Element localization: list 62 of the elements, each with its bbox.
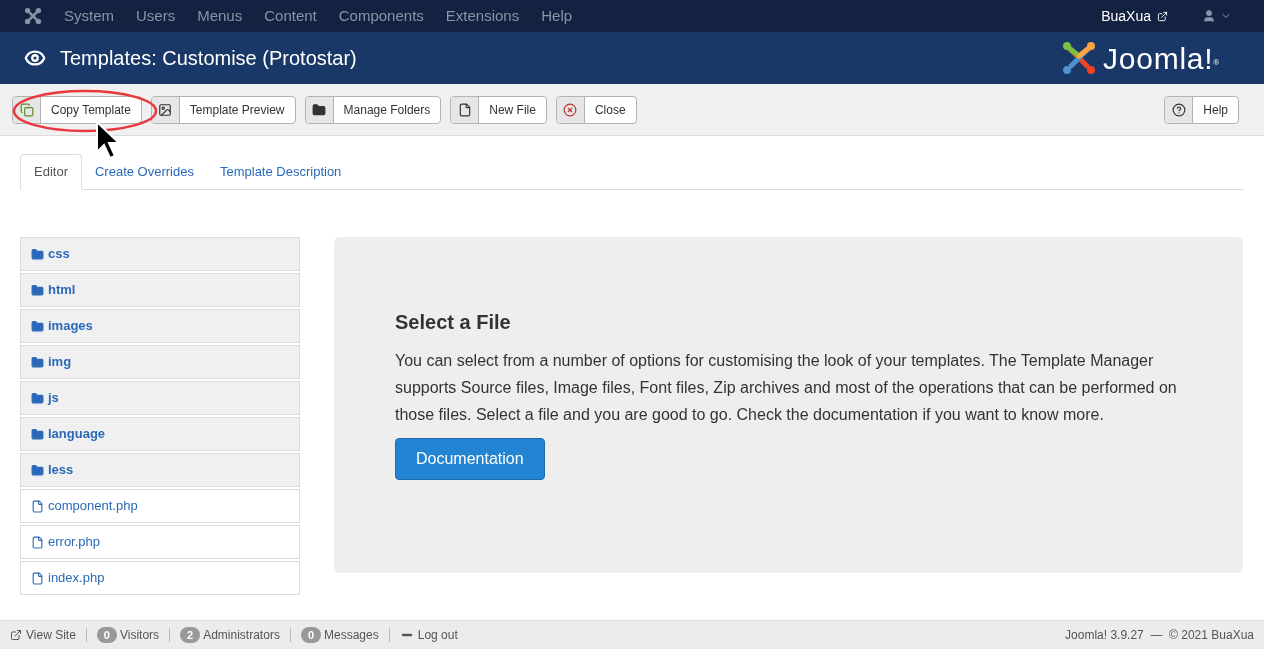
- panel-heading: Select a File: [395, 310, 512, 335]
- logout-link[interactable]: Log out: [399, 626, 458, 644]
- user-icon: [1202, 9, 1216, 23]
- file-icon: [31, 571, 44, 585]
- toolbar-button[interactable]: Template Preview: [150, 95, 296, 124]
- image-icon: [158, 102, 173, 117]
- count-badge: 0: [96, 627, 117, 643]
- external-link-icon: [10, 629, 22, 641]
- help-button[interactable]: Help: [1164, 95, 1239, 124]
- folder-icon: [312, 102, 327, 117]
- menu-item[interactable]: Content: [264, 4, 317, 28]
- folder-icon: [31, 427, 44, 441]
- page-title: Templates: Customise (Protostar): [60, 46, 357, 71]
- toolbar-button[interactable]: Copy Template: [12, 95, 142, 124]
- count-badge: 2: [180, 627, 201, 643]
- folder-icon: [31, 355, 44, 369]
- counter-label: Messages: [324, 627, 379, 644]
- folder-item[interactable]: less: [20, 453, 300, 487]
- folder-icon: [31, 247, 44, 261]
- view-site-link[interactable]: View Site: [10, 626, 76, 644]
- menu-item[interactable]: Menus: [197, 4, 243, 28]
- file-icon: [457, 102, 472, 117]
- tab[interactable]: Template Description: [206, 154, 355, 189]
- panel-text: You can select from a number of options for customising the look of your templates. The Template Manager supports Source files, Image files, Font files, Zip archives and most of the operations that can be performed on those files. Select a file and you are good to go. Check the documentation if you want to know more.: [395, 351, 1178, 425]
- documentation-button[interactable]: Documentation: [395, 438, 545, 480]
- folder-icon: [31, 319, 44, 333]
- file-item[interactable]: index.php: [20, 561, 300, 595]
- folder-item[interactable]: images: [20, 309, 300, 343]
- toolbar-button[interactable]: New File: [450, 95, 547, 124]
- file-icon: [31, 499, 44, 513]
- file-item[interactable]: component.php: [20, 489, 300, 523]
- folder-item[interactable]: js: [20, 381, 300, 415]
- toolbar-button[interactable]: Close: [555, 95, 637, 124]
- tab[interactable]: Create Overrides: [81, 154, 207, 189]
- menu-item[interactable]: System: [64, 4, 114, 28]
- file-icon: [31, 535, 44, 549]
- help-icon: [1171, 102, 1186, 117]
- menu-item[interactable]: Help: [541, 4, 573, 28]
- file-item[interactable]: error.php: [20, 525, 300, 559]
- joomla-logo-icon: [1061, 40, 1098, 76]
- menu-item[interactable]: Extensions: [445, 4, 520, 28]
- toolbar-button[interactable]: Manage Folders: [304, 95, 442, 124]
- folder-item[interactable]: html: [20, 273, 300, 307]
- folder-item[interactable]: img: [20, 345, 300, 379]
- user-menu-button[interactable]: [1202, 9, 1232, 23]
- menu-item[interactable]: Users: [136, 4, 176, 28]
- folder-icon: [31, 283, 44, 297]
- counter-label: Visitors: [119, 627, 160, 644]
- counter-label: Administrators: [203, 627, 280, 644]
- tab[interactable]: Editor: [20, 154, 82, 190]
- folder-icon: [31, 463, 44, 477]
- count-badge: 0: [300, 627, 321, 643]
- close-icon: [563, 102, 578, 117]
- folder-item[interactable]: language: [20, 417, 300, 451]
- menu-item[interactable]: Components: [338, 4, 424, 28]
- site-link[interactable]: BuaXua: [1101, 5, 1151, 27]
- joomla-icon: [24, 7, 42, 25]
- external-link-icon: [1157, 10, 1168, 22]
- folder-item[interactable]: css: [20, 237, 300, 271]
- copy-icon: [19, 102, 34, 117]
- folder-icon: [31, 391, 44, 405]
- version-text: Joomla! 3.9.27 — © 2021 BuaXua: [1065, 627, 1254, 644]
